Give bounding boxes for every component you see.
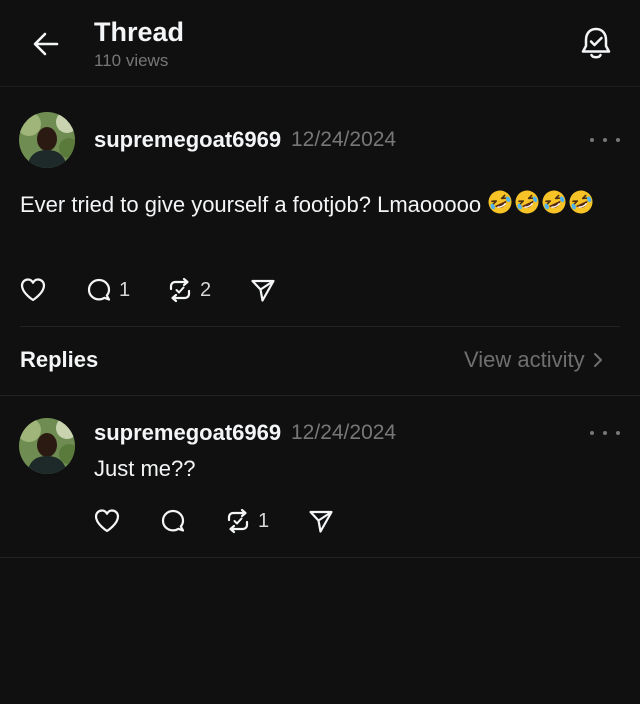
rofl-emoji-icon [488, 190, 512, 214]
dot-icon [603, 138, 607, 142]
reply-count: 1 [119, 278, 131, 301]
rofl-emoji-icon [569, 190, 593, 214]
heart-icon [94, 509, 120, 533]
avatar[interactable] [19, 112, 75, 168]
notify-button[interactable] [576, 24, 616, 64]
post-username[interactable]: supremegoat6969 [94, 127, 281, 153]
share-button[interactable] [249, 276, 277, 304]
view-count: 110 views [94, 51, 169, 70]
reply-text: Just me?? [94, 456, 196, 481]
profile-photo-icon [19, 418, 75, 474]
reply-like-button[interactable] [93, 507, 121, 535]
repost-icon [227, 508, 249, 534]
laughing-emoji-group [487, 190, 595, 217]
post-text-block: Ever tried to give yourself a footjob? L… [20, 187, 600, 223]
like-button[interactable] [19, 276, 47, 304]
view-activity-link[interactable]: View activity [464, 347, 606, 373]
profile-photo-icon [19, 112, 75, 168]
reply-date: 12/24/2024 [291, 421, 397, 444]
reply-more-button[interactable] [590, 423, 620, 443]
dot-icon [603, 431, 607, 435]
dot-icon [616, 431, 620, 435]
rofl-emoji-icon [542, 190, 566, 214]
dot-icon [590, 431, 594, 435]
reply-username[interactable]: supremegoat6969 [94, 420, 281, 446]
reply-comment-button[interactable] [159, 507, 187, 535]
top-bar: Thread 110 views [0, 0, 640, 87]
divider [0, 395, 640, 396]
post-date: 12/24/2024 [291, 128, 397, 151]
send-icon [251, 279, 275, 302]
back-button[interactable] [28, 26, 64, 62]
bell-check-icon [581, 27, 611, 59]
divider [20, 326, 620, 327]
post-more-button[interactable] [590, 130, 620, 150]
chevron-right-icon [593, 353, 602, 367]
divider [0, 557, 640, 558]
reply-button[interactable]: 1 [85, 276, 130, 304]
comment-icon [87, 278, 111, 301]
post-text: Ever tried to give yourself a footjob? L… [20, 192, 482, 217]
view-activity-label: View activity [464, 347, 585, 372]
replies-heading: Replies [20, 347, 99, 372]
dot-icon [616, 138, 620, 142]
arrow-left-icon [33, 32, 59, 56]
reply-repost-count: 1 [258, 509, 270, 532]
heart-icon [20, 278, 46, 302]
repost-count: 2 [200, 278, 212, 301]
avatar[interactable] [19, 418, 75, 474]
rofl-emoji-icon [515, 190, 539, 214]
comment-icon [161, 509, 185, 532]
repost-button[interactable]: 2 [166, 276, 211, 304]
send-icon [309, 510, 333, 533]
repost-icon [169, 277, 191, 303]
dot-icon [590, 138, 594, 142]
reply-share-button[interactable] [307, 507, 335, 535]
reply-repost-button[interactable]: 1 [224, 507, 269, 535]
page-title: Thread [94, 17, 185, 47]
